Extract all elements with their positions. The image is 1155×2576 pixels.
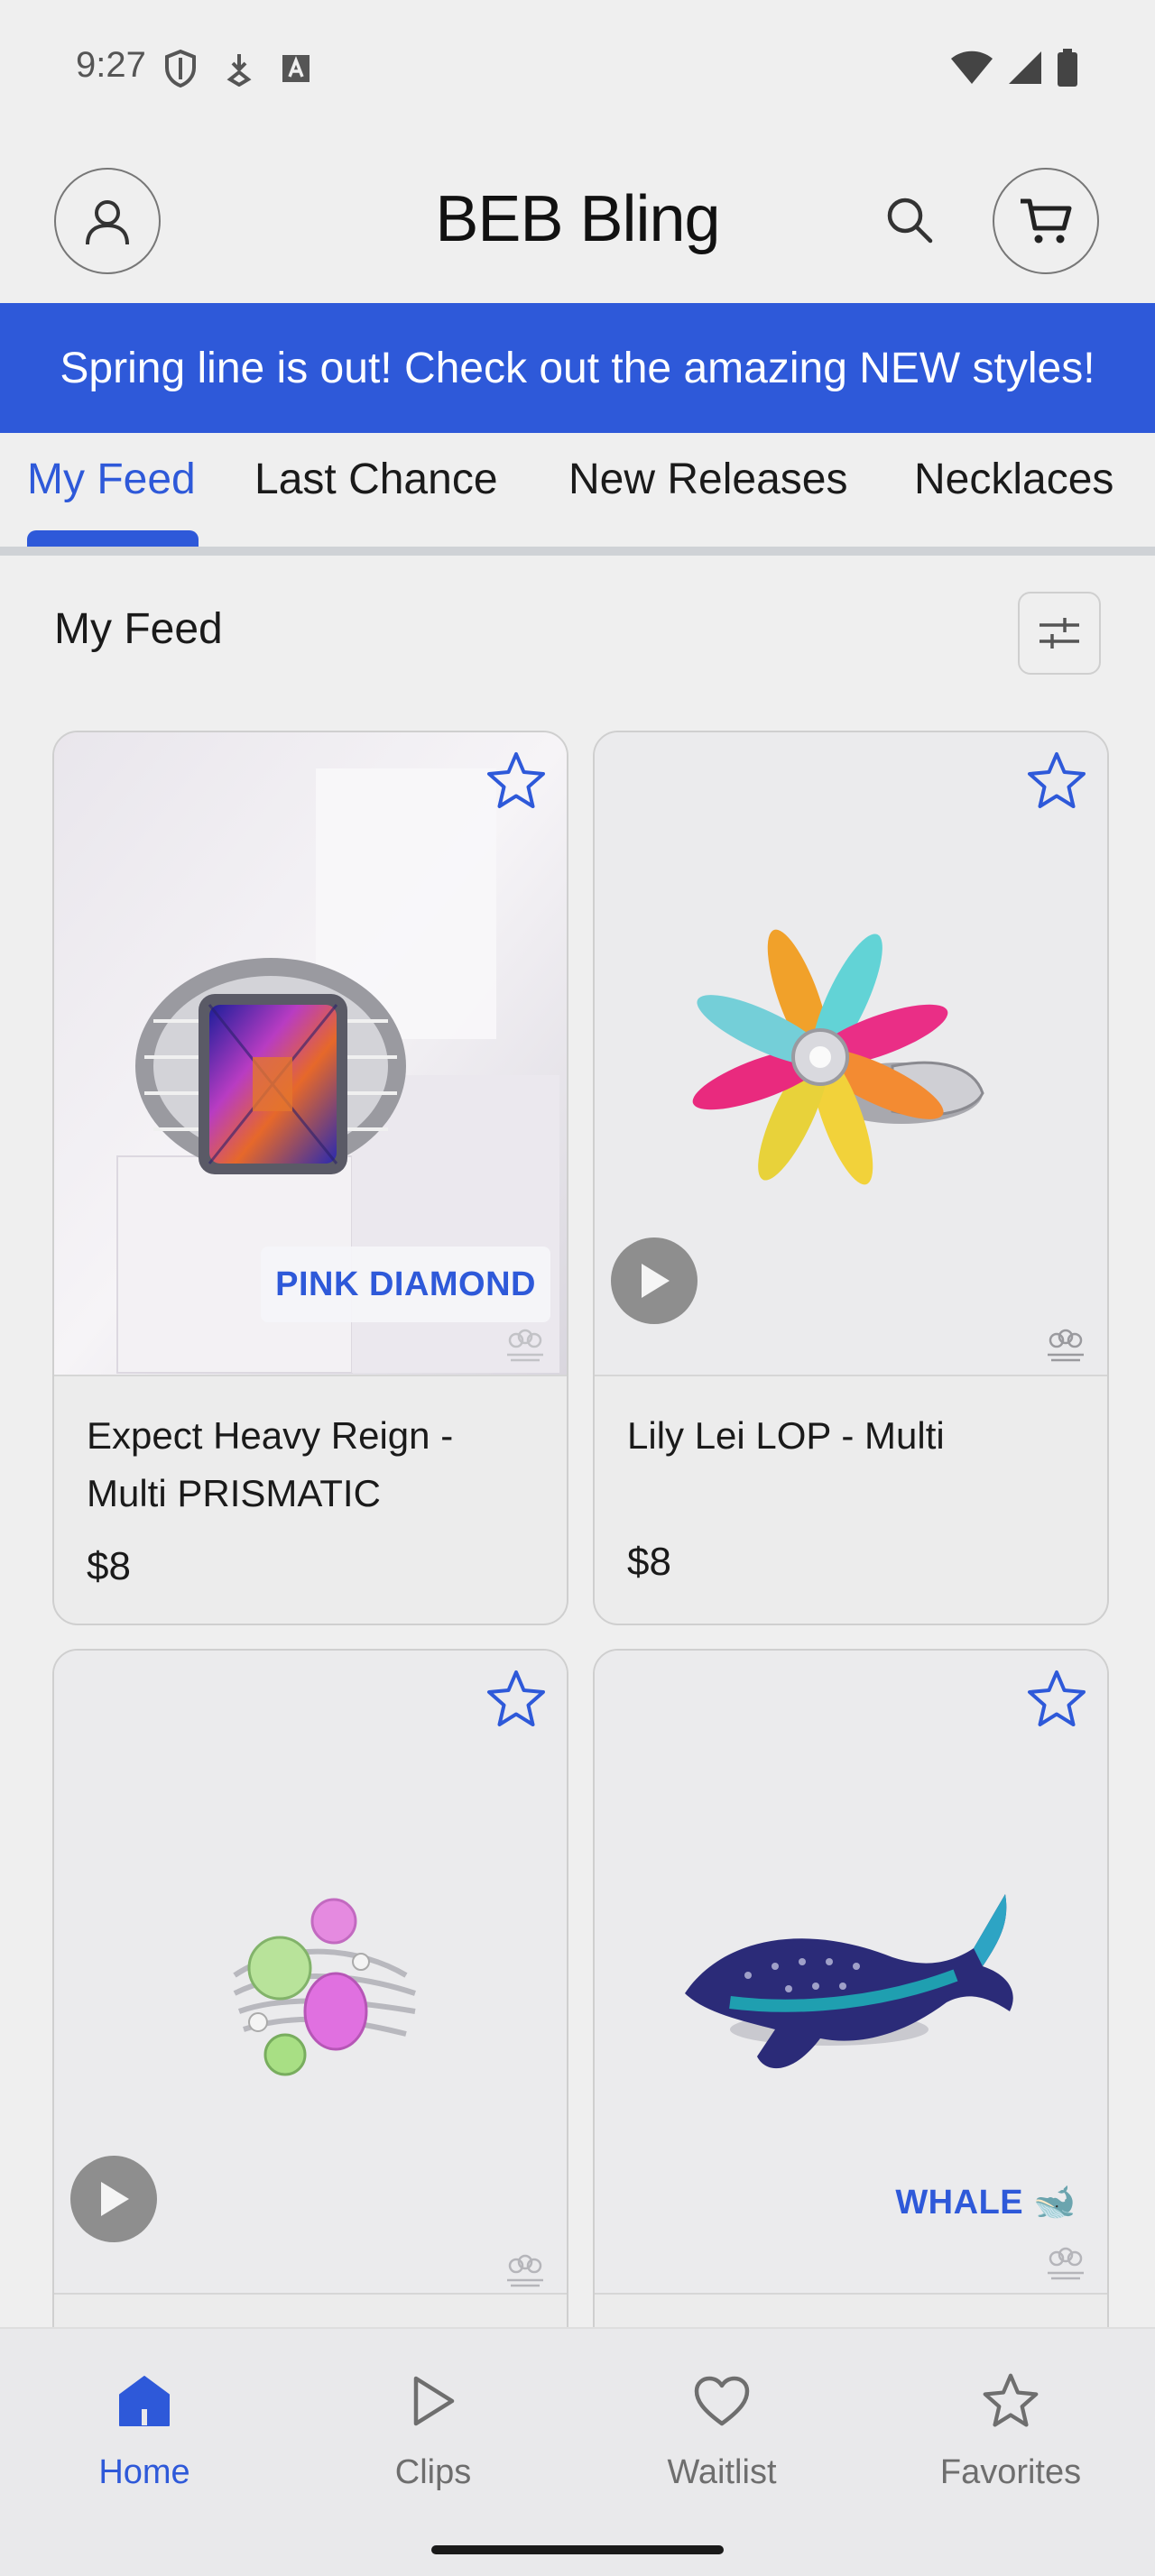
search-icon (887, 198, 933, 244)
play-icon (101, 2182, 129, 2216)
status-icons-right (949, 49, 1079, 87)
nav-waitlist-label: Waitlist (667, 2453, 777, 2491)
font-icon (282, 55, 310, 82)
star-icon (487, 752, 545, 808)
nav-favorites-label: Favorites (939, 2453, 1082, 2491)
sliders-icon (1040, 618, 1079, 649)
card-divider (595, 2293, 1107, 2295)
play-video-button[interactable] (611, 1237, 698, 1324)
product-name: Expect Heavy Reign - Multi PRISMATIC (87, 1414, 454, 1514)
star-icon (975, 2365, 1047, 2437)
status-time: 9:27 (76, 45, 146, 85)
app-title: BEB Bling (435, 183, 720, 255)
brand-logo-icon (507, 1329, 543, 1362)
card-divider (54, 2293, 567, 2295)
nav-home-label: Home (98, 2453, 190, 2491)
status-bar: 9:27 (0, 0, 1155, 135)
battery-icon (1058, 49, 1077, 87)
nav-waitlist[interactable]: Waitlist (578, 2365, 866, 2492)
favorite-button[interactable] (482, 1665, 550, 1734)
home-icon (108, 2365, 180, 2437)
category-tabs: My Feed Last Chance New Releases Necklac… (0, 433, 1155, 556)
product-badge: PINK DIAMOND (261, 1247, 550, 1322)
product-card[interactable]: WHALE 🐋 (593, 1649, 1109, 2370)
tab-necklaces[interactable]: Necklaces (914, 455, 1113, 504)
brand-logo-icon (507, 2254, 543, 2287)
tab-last-chance[interactable]: Last Chance (254, 455, 498, 504)
filter-button[interactable] (1018, 592, 1101, 675)
section-title: My Feed (54, 605, 223, 653)
nav-favorites[interactable]: Favorites (866, 2365, 1155, 2492)
tab-new-releases[interactable]: New Releases (568, 455, 847, 504)
favorite-button[interactable] (1022, 1665, 1091, 1734)
product-card[interactable]: Lily Lei LOP - Multi $8 (593, 731, 1109, 1625)
signal-icon (1009, 51, 1041, 84)
promo-banner[interactable]: Spring line is out! Check out the amazin… (0, 303, 1155, 433)
heart-icon (686, 2365, 758, 2437)
bottom-navigation: Home Clips Waitlist Favorites (0, 2327, 1155, 2576)
card-divider (595, 1375, 1107, 1376)
download-icon (226, 54, 252, 87)
product-card[interactable] (52, 1649, 568, 2370)
card-divider (54, 1375, 567, 1376)
product-badge: WHALE 🐋 (895, 2184, 1076, 2222)
play-icon (642, 1264, 670, 1298)
product-card[interactable]: PINK DIAMOND Expect Heavy Reign - Multi … (52, 731, 568, 1625)
product-price: $8 (87, 1544, 131, 1588)
product-name: Lily Lei LOP - Multi (627, 1414, 945, 1457)
favorite-button[interactable] (482, 747, 550, 815)
star-icon (1028, 1670, 1086, 1726)
favorite-button[interactable] (1022, 747, 1091, 815)
gesture-home-indicator[interactable] (431, 2545, 724, 2554)
product-price: $8 (627, 1540, 671, 1584)
cart-icon (1021, 198, 1072, 244)
app-header: BEB Bling (0, 168, 1155, 303)
nav-clips[interactable]: Clips (289, 2365, 578, 2492)
cart-button[interactable] (993, 168, 1099, 274)
star-icon (487, 1670, 545, 1726)
tab-my-feed[interactable]: My Feed (27, 455, 196, 504)
wifi-icon (951, 51, 993, 84)
promo-banner-text: Spring line is out! Check out the amazin… (60, 344, 1095, 392)
nav-home[interactable]: Home (0, 2365, 289, 2492)
brand-logo-icon (1048, 1329, 1084, 1362)
star-icon (1028, 752, 1086, 808)
play-icon (397, 2365, 469, 2437)
active-tab-indicator (27, 530, 199, 547)
status-icons-left (162, 49, 312, 88)
brand-logo-icon (1048, 2247, 1084, 2280)
search-button[interactable] (881, 191, 938, 249)
shield-icon (165, 49, 196, 88)
nav-clips-label: Clips (394, 2453, 472, 2491)
play-video-button[interactable] (70, 2156, 157, 2242)
